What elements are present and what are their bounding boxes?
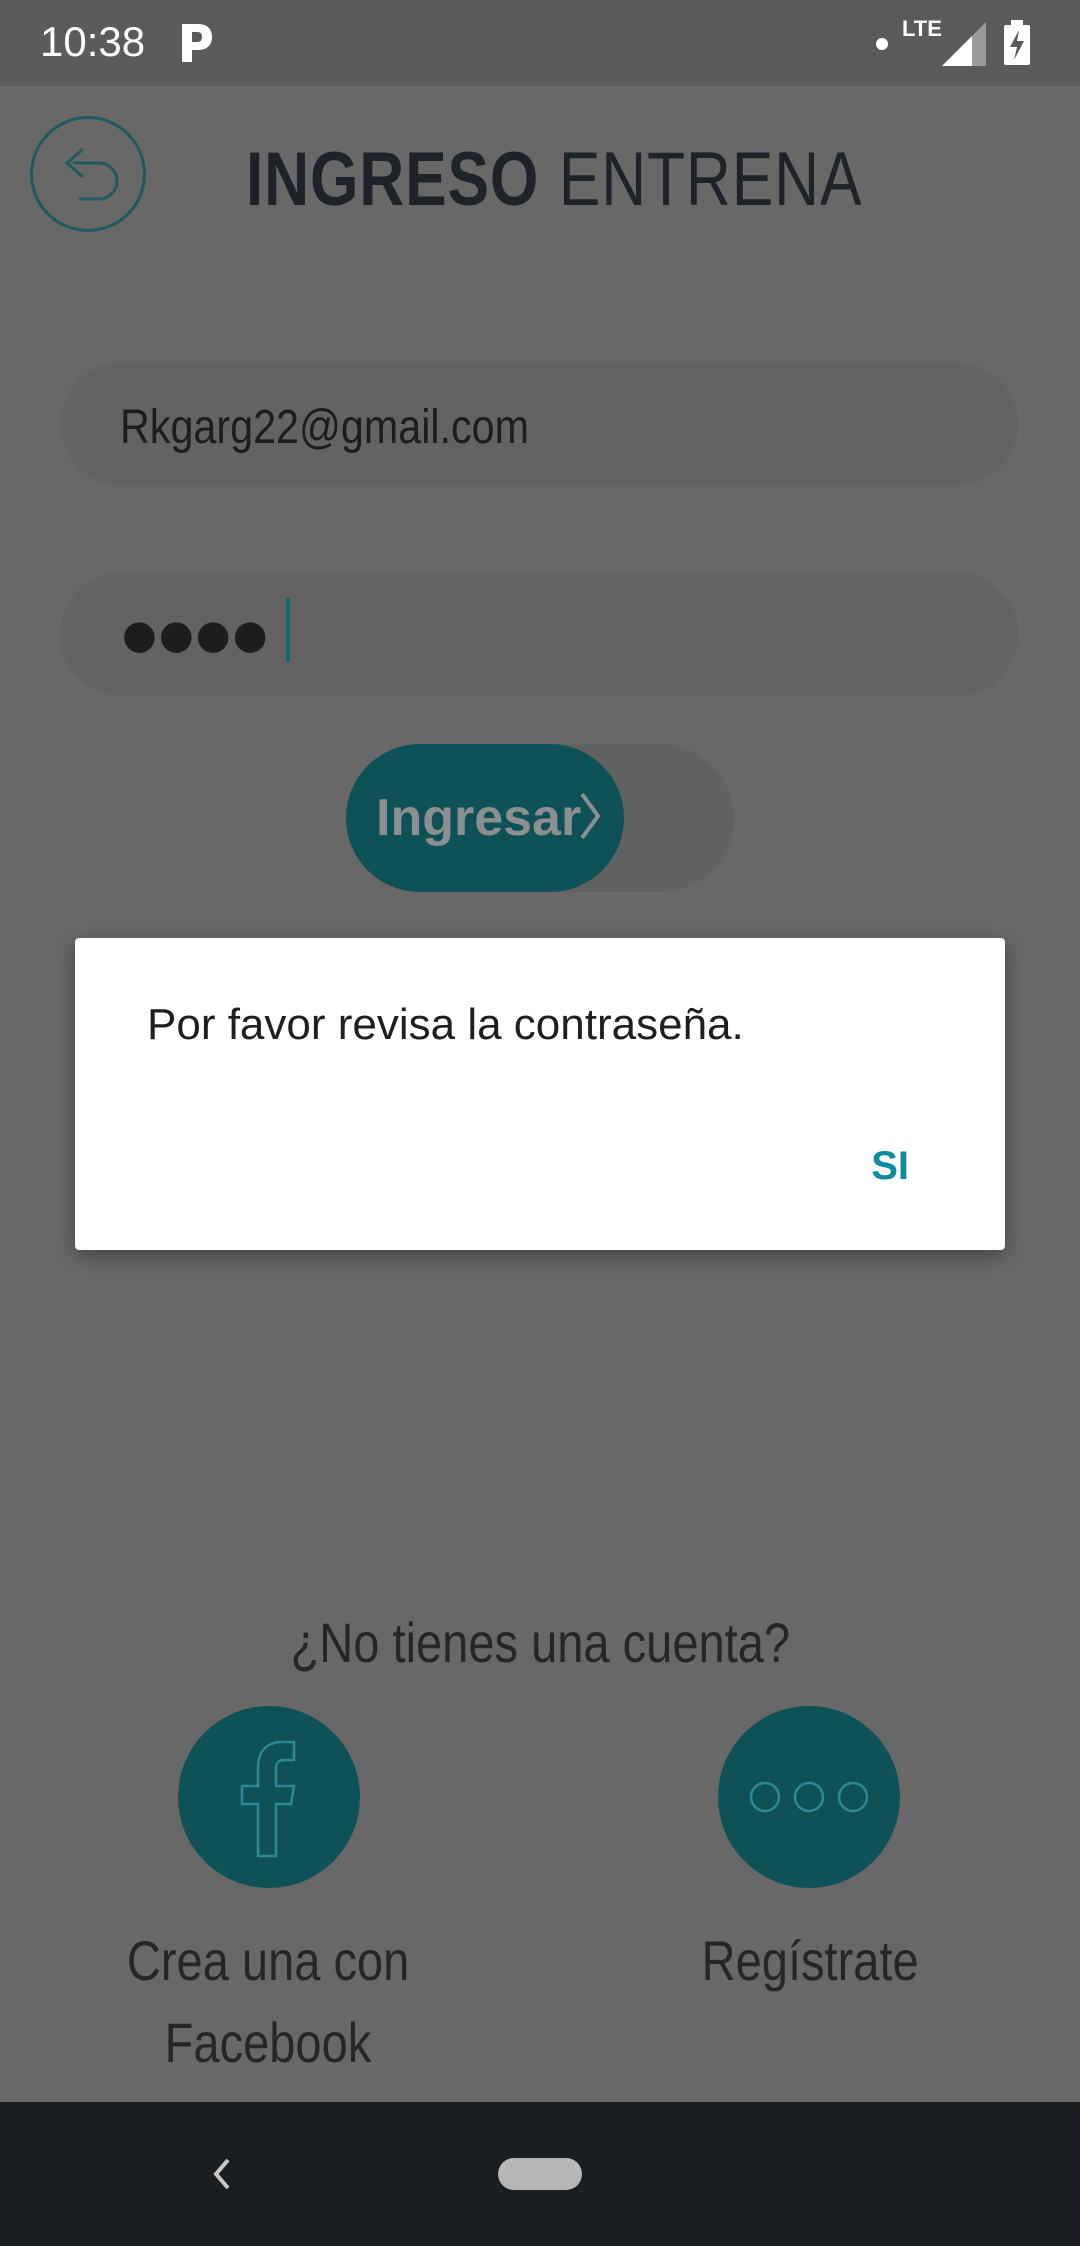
navigation-bar	[0, 2102, 1080, 2246]
title-light: ENTRENA	[558, 137, 863, 222]
more-dots-icon	[749, 1781, 869, 1813]
no-account-prompt: ¿No tienes una cuenta?	[290, 1611, 790, 1674]
lte-indicator: LTE	[902, 16, 942, 41]
status-time: 10:38	[40, 18, 146, 65]
ingresar-label: Ingresar	[376, 789, 582, 847]
chevron-right-icon	[580, 792, 601, 840]
facebook-signup-button[interactable]	[178, 1706, 360, 1888]
back-button[interactable]	[30, 116, 146, 232]
register-button[interactable]	[718, 1706, 900, 1888]
nav-back-icon[interactable]	[206, 2150, 236, 2198]
dialog-confirm-button[interactable]: SI	[871, 1144, 909, 1189]
text-cursor	[286, 598, 290, 662]
page-title: INGRESO ENTRENA	[246, 136, 862, 223]
password-value: ●●●●	[122, 612, 270, 658]
battery-charging-icon	[1004, 20, 1030, 65]
dot-icon	[876, 38, 888, 50]
return-arrow-icon	[64, 147, 119, 201]
alert-dialog: Por favor revisa la contraseña. SI	[75, 938, 1005, 1250]
email-field[interactable]: Rkgarg22@gmail.com	[60, 362, 1018, 486]
signal-icon	[942, 22, 986, 66]
parking-app-icon	[182, 24, 212, 62]
dialog-message: Por favor revisa la contraseña.	[147, 1000, 744, 1049]
status-bar: 10:38 LTE	[0, 0, 1080, 86]
facebook-signup-label: Crea una con Facebook	[126, 1929, 410, 2074]
email-value: Rkgarg22@gmail.com	[120, 401, 529, 454]
ingresar-button[interactable]: Ingresar	[346, 744, 624, 892]
facebook-icon	[240, 1740, 296, 1858]
register-label: Regístrate	[701, 1929, 919, 1992]
home-pill-icon[interactable]	[498, 2158, 582, 2190]
password-field[interactable]: ●●●●	[60, 572, 1018, 696]
title-bold: INGRESO	[246, 137, 540, 222]
